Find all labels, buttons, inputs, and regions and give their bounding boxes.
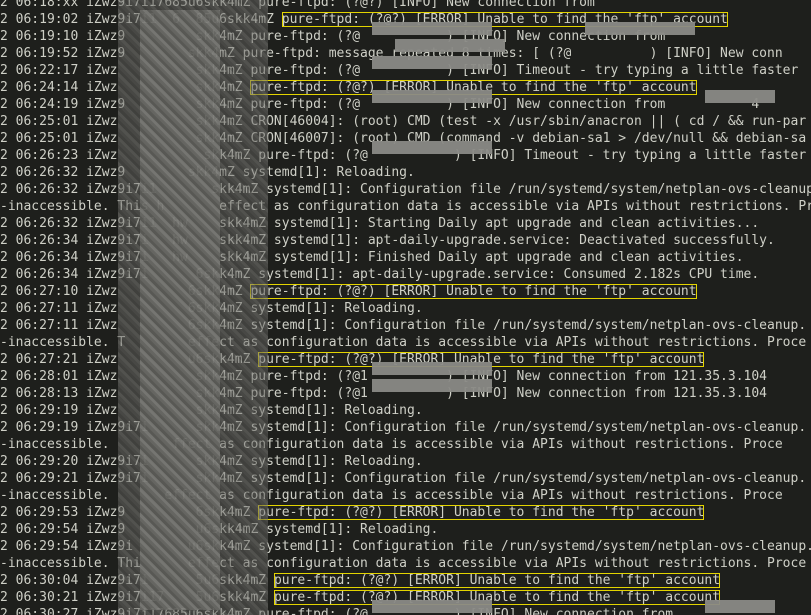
log-line-text: 2 06:26:34 iZwz9i7i 6skk4mZ systemd[1]: … bbox=[0, 267, 760, 282]
log-line-text: 2 06:26:34 iZwz9i7i hw skk4mZ systemd[1]… bbox=[0, 250, 744, 265]
log-line-text: 2 06:26:32 iZwz9i7i1 hw skk4mZ systemd[1… bbox=[0, 216, 760, 231]
redaction-overlay-ip-2 bbox=[585, 22, 695, 35]
redaction-overlay-ip-1 bbox=[372, 22, 492, 35]
redaction-overlay-ip-6 bbox=[705, 90, 775, 103]
log-line-text: 2 06:19:10 iZwz9 skk4mZ pure-ftpd: (?@ )… bbox=[0, 29, 666, 44]
redaction-overlay-hostname-core bbox=[140, 10, 220, 610]
log-error-highlight: pure-ftpd: (?@?) [ERROR] Unable to find … bbox=[273, 590, 721, 605]
redaction-overlay-ip-4 bbox=[372, 56, 492, 69]
log-line-text: 2 06:26:34 iZwz9i7i hw skk4mZ systemd[1]… bbox=[0, 233, 775, 248]
redaction-overlay-ip-10 bbox=[372, 600, 492, 613]
redaction-overlay-ip-3 bbox=[395, 39, 505, 52]
log-error-highlight: pure-ftpd: (?@?) [ERROR] Unable to find … bbox=[250, 284, 697, 299]
redaction-overlay-ip-11 bbox=[705, 600, 775, 613]
redaction-overlay-ip-7 bbox=[372, 141, 492, 154]
log-line-text: 2 06:30:27 iZwz9i7i17685u6skk4mZ pure-ft… bbox=[0, 607, 674, 615]
log-error-highlight: pure-ftpd: (?@?) [ERROR] Unable to find … bbox=[258, 505, 705, 520]
terminal-window[interactable]: 2 06:18:xx iZwz9i7i17685u6skk4mZ pure-ft… bbox=[0, 0, 811, 615]
log-line-text: 2 06:18:xx iZwz9i7i17685u6skk4mZ pure-ft… bbox=[0, 0, 595, 10]
log-error-highlight: pure-ftpd: (?@?) [ERROR] Unable to find … bbox=[273, 573, 721, 588]
redaction-overlay-ip-8 bbox=[372, 362, 492, 375]
redaction-overlay-ip-9 bbox=[372, 379, 492, 392]
redaction-overlay-ip-5 bbox=[372, 90, 492, 103]
